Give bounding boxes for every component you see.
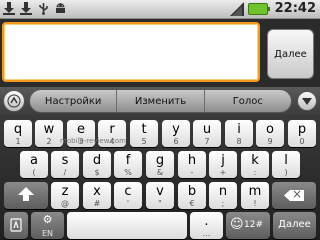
- keyboard-logo-icon[interactable]: [3, 90, 25, 112]
- input-method-key[interactable]: [4, 212, 28, 239]
- signal-icon: [229, 1, 244, 16]
- key-t[interactable]: t5: [130, 120, 158, 147]
- space-key[interactable]: [67, 212, 187, 239]
- key-c[interactable]: c ': [114, 182, 142, 209]
- language-settings-key[interactable]: ⚙ EN: [31, 212, 64, 239]
- key-f[interactable]: f%: [114, 151, 142, 178]
- key-m[interactable]: m!: [241, 182, 269, 209]
- key-y[interactable]: y6: [162, 120, 190, 147]
- keyboard-suggestion-strip: Настройки Изменить Голос: [0, 87, 320, 116]
- gear-icon: ⚙: [42, 213, 53, 226]
- download-icon: [3, 2, 16, 15]
- enter-key[interactable]: Далее: [273, 212, 316, 239]
- key-d[interactable]: d $: [83, 151, 111, 178]
- key-i[interactable]: i8: [225, 120, 253, 147]
- status-time: 22:42: [274, 1, 316, 16]
- usb-icon: [37, 2, 50, 15]
- key-h[interactable]: h-: [178, 151, 206, 178]
- android-icon: [54, 2, 67, 15]
- download-icon: [20, 2, 33, 15]
- voice-option[interactable]: Голос: [205, 90, 291, 112]
- key-k[interactable]: k:: [241, 151, 269, 178]
- settings-option[interactable]: Настройки: [30, 90, 118, 112]
- key-p[interactable]: p0: [288, 120, 316, 147]
- key-j[interactable]: j +: [209, 151, 237, 178]
- key-z[interactable]: z @: [51, 182, 79, 209]
- watermark: mobile-review.com: [60, 137, 126, 145]
- smiley-icon: ☺: [230, 217, 244, 232]
- backspace-key[interactable]: [272, 182, 316, 209]
- key-b[interactable]: b €: [178, 182, 206, 209]
- chevron-down-icon: [302, 97, 312, 105]
- input-area: Далее: [0, 19, 320, 87]
- key-w[interactable]: w2: [35, 120, 63, 147]
- key-o[interactable]: o9: [256, 120, 284, 147]
- key-n[interactable]: n;: [209, 182, 237, 209]
- key-q[interactable]: q1: [4, 120, 32, 147]
- key-g[interactable]: g &: [146, 151, 174, 178]
- key-l[interactable]: l): [272, 151, 300, 178]
- on-screen-keyboard: q1 w2 e3 r4 t5 y6 u7 i8 o9 p0 a( s / d $ f…: [0, 116, 320, 240]
- backspace-icon: [284, 190, 304, 201]
- text-input[interactable]: [2, 22, 260, 82]
- edit-option[interactable]: Изменить: [117, 90, 205, 112]
- status-bar: 22:42: [0, 0, 320, 19]
- key-u[interactable]: u7: [193, 120, 221, 147]
- key-x[interactable]: x #: [83, 182, 111, 209]
- key-a[interactable]: a(: [20, 151, 48, 178]
- key-v[interactable]: v ": [146, 182, 174, 209]
- collapse-strip-button[interactable]: [297, 91, 317, 111]
- period-key[interactable]: . ...: [190, 212, 223, 239]
- next-button[interactable]: Далее: [267, 29, 314, 79]
- shift-key[interactable]: [4, 182, 48, 209]
- shift-icon: [18, 187, 34, 201]
- symbols-key[interactable]: ☺ 12#: [226, 212, 270, 239]
- battery-icon: [247, 2, 270, 15]
- key-s[interactable]: s /: [51, 151, 79, 178]
- keyboard-switch-icon: [10, 218, 22, 232]
- keyboard-options-bar: Настройки Изменить Голос: [29, 89, 292, 113]
